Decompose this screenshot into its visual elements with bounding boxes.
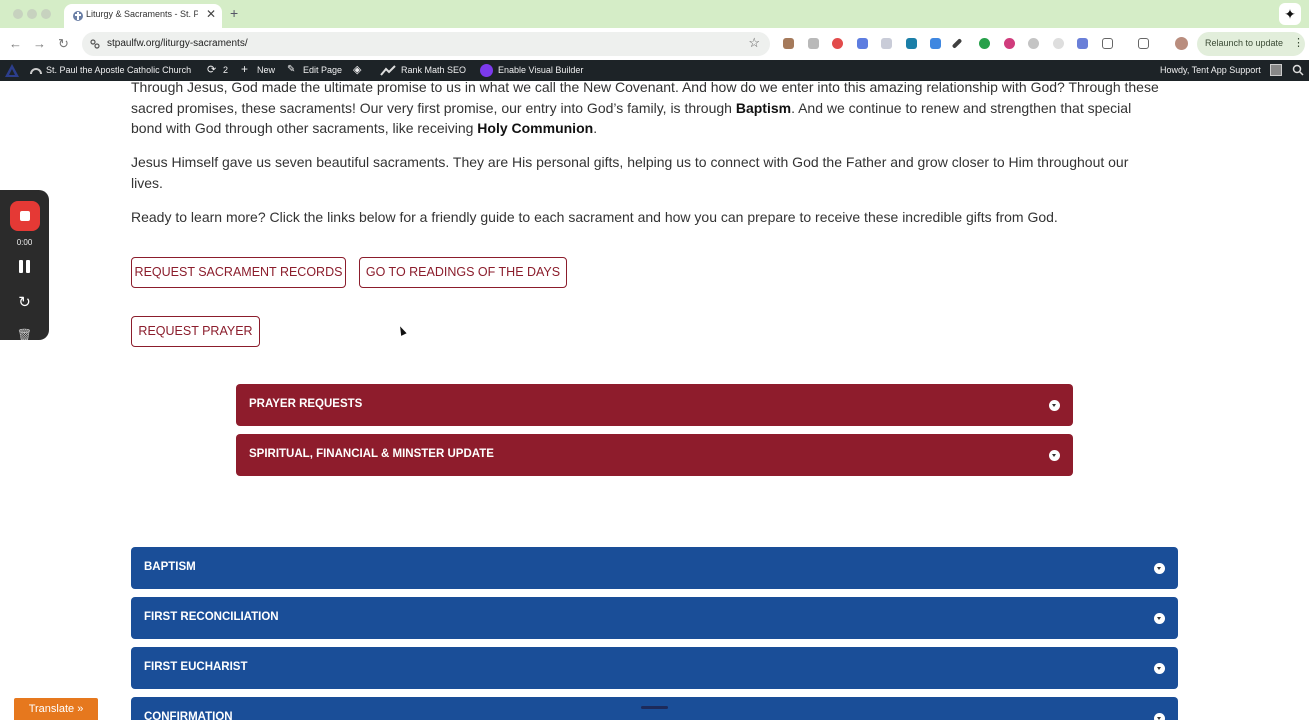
holy-communion-bold: Holy Communion	[477, 120, 594, 136]
extension-icon[interactable]	[1077, 38, 1088, 49]
admin-new-link[interactable]: New	[257, 65, 275, 75]
bookmark-star-icon[interactable]: ☆	[748, 35, 760, 51]
browser-toolbar: ← → ↻ stpaulfw.org/liturgy-sacraments/ ☆…	[0, 28, 1309, 60]
accordion-first-reconciliation[interactable]: FIRST RECONCILIATION	[131, 597, 1178, 639]
extension-icon[interactable]	[1053, 38, 1064, 49]
accordion-baptism[interactable]: BAPTISM	[131, 547, 1178, 589]
tab-close-icon[interactable]: ✕	[206, 7, 216, 21]
extension-icon[interactable]	[930, 38, 941, 49]
chevron-down-icon	[1154, 613, 1165, 624]
extension-icon[interactable]	[979, 38, 990, 49]
admin-rank-math-link[interactable]: Rank Math SEO	[401, 65, 466, 75]
gemini-icon[interactable]: ✦	[1279, 3, 1301, 25]
new-plus-icon: +	[241, 62, 249, 76]
updates-icon[interactable]: ⟳	[207, 63, 216, 76]
accordion-label: BAPTISM	[144, 561, 196, 573]
accordion-label: FIRST RECONCILIATION	[144, 611, 279, 623]
trash-icon[interactable]: 🗑	[0, 328, 49, 340]
mouse-cursor-icon	[397, 325, 407, 336]
translate-button[interactable]: Translate »	[14, 698, 98, 720]
pen-extension-icon[interactable]	[951, 38, 963, 49]
readings-of-the-days-button[interactable]: GO TO READINGS OF THE DAYS	[359, 257, 567, 288]
rank-math-icon	[380, 65, 396, 76]
accordion-prayer-requests[interactable]: PRAYER REQUESTS	[236, 384, 1073, 426]
request-sacrament-records-button[interactable]: REQUEST SACRAMENT RECORDS	[131, 257, 346, 288]
profile-avatar[interactable]	[1175, 37, 1188, 50]
forward-icon[interactable]: →	[33, 36, 46, 51]
admin-edit-page-link[interactable]: Edit Page	[303, 65, 342, 75]
chevron-down-icon	[1154, 713, 1165, 720]
extensions-puzzle-icon[interactable]	[1102, 38, 1113, 49]
window-close-dot[interactable]	[13, 9, 23, 19]
admin-site-name[interactable]: St. Paul the Apostle Catholic Church	[46, 65, 191, 75]
extension-icon[interactable]	[808, 38, 819, 49]
screen-recorder-panel: 0:00 ↻ 🗑	[0, 190, 49, 340]
browser-menu-icon[interactable]: ⋮	[1293, 36, 1304, 49]
site-logo-icon[interactable]	[4, 62, 20, 78]
new-tab-icon[interactable]: +	[230, 5, 238, 21]
window-minimize-dot[interactable]	[27, 9, 37, 19]
tab-liturgy-sacraments[interactable]: Liturgy & Sacraments - St. Paul the Apos…	[64, 4, 222, 28]
edit-pencil-icon: ✎	[287, 64, 296, 75]
browser-tab-bar: Liturgy & Sacraments - St. Paul the Apos…	[0, 0, 1309, 28]
accordion-label: SPIRITUAL, FINANCIAL & MINSTER UPDATE	[249, 448, 494, 460]
learn-more-paragraph: Ready to learn more? Click the links bel…	[131, 209, 1058, 225]
divi-diamond-icon[interactable]: ◈	[353, 63, 361, 76]
request-prayer-button[interactable]: REQUEST PRAYER	[131, 316, 260, 347]
sacraments-paragraph: Jesus Himself gave us seven beautiful sa…	[131, 154, 1129, 191]
chevron-down-icon	[1154, 663, 1165, 674]
restart-icon[interactable]: ↻	[0, 293, 49, 311]
extension-icon[interactable]	[832, 38, 843, 49]
window-zoom-dot[interactable]	[41, 9, 51, 19]
relaunch-label: Relaunch to update	[1205, 38, 1284, 48]
dashboard-icon	[30, 68, 42, 75]
updates-count[interactable]: 2	[223, 65, 228, 75]
chevron-down-icon	[1154, 563, 1165, 574]
search-icon[interactable]	[1292, 64, 1304, 76]
intro-paragraph: Through Jesus, God made the ultimate pro…	[131, 77, 1161, 139]
accordion-first-eucharist[interactable]: FIRST EUCHARIST	[131, 647, 1178, 689]
address-bar[interactable]: stpaulfw.org/liturgy-sacraments/ ☆	[82, 32, 770, 56]
scroll-handle[interactable]	[641, 706, 668, 709]
extension-icon[interactable]	[857, 38, 868, 49]
chevron-down-icon	[1049, 400, 1060, 411]
accordion-label: PRAYER REQUESTS	[249, 398, 363, 410]
relaunch-to-update-button[interactable]: Relaunch to update ⋮	[1197, 32, 1305, 56]
accordion-label: CONFIRMATION	[144, 711, 233, 720]
user-avatar[interactable]	[1270, 64, 1282, 76]
accordion-spiritual-financial-update[interactable]: SPIRITUAL, FINANCIAL & MINSTER UPDATE	[236, 434, 1073, 476]
back-icon[interactable]: ←	[9, 36, 22, 51]
site-info-icon[interactable]	[89, 38, 101, 50]
baptism-bold: Baptism	[735, 99, 792, 116]
intro-text-d: .	[593, 120, 598, 136]
site-favicon-icon	[73, 11, 83, 21]
admin-howdy-user[interactable]: Howdy, Tent App Support	[1160, 65, 1261, 75]
extension-icon[interactable]	[881, 38, 892, 49]
extension-icon[interactable]	[1004, 38, 1015, 49]
side-panel-icon[interactable]	[1138, 38, 1149, 49]
divi-logo-icon	[480, 64, 493, 77]
chevron-down-icon	[1049, 450, 1060, 461]
extension-icon[interactable]	[906, 38, 917, 49]
url-text[interactable]: stpaulfw.org/liturgy-sacraments/	[107, 38, 248, 49]
reload-icon[interactable]: ↻	[58, 36, 69, 52]
extension-icon[interactable]	[783, 38, 794, 49]
stop-recording-button[interactable]	[10, 201, 40, 231]
accordion-label: FIRST EUCHARIST	[144, 661, 248, 673]
recording-timer: 0:00	[16, 238, 33, 247]
extension-icon[interactable]	[1028, 38, 1039, 49]
tab-title: Liturgy & Sacraments - St. Paul the Apos…	[86, 9, 198, 19]
pause-icon[interactable]	[19, 260, 30, 273]
admin-visual-builder-link[interactable]: Enable Visual Builder	[498, 65, 583, 75]
